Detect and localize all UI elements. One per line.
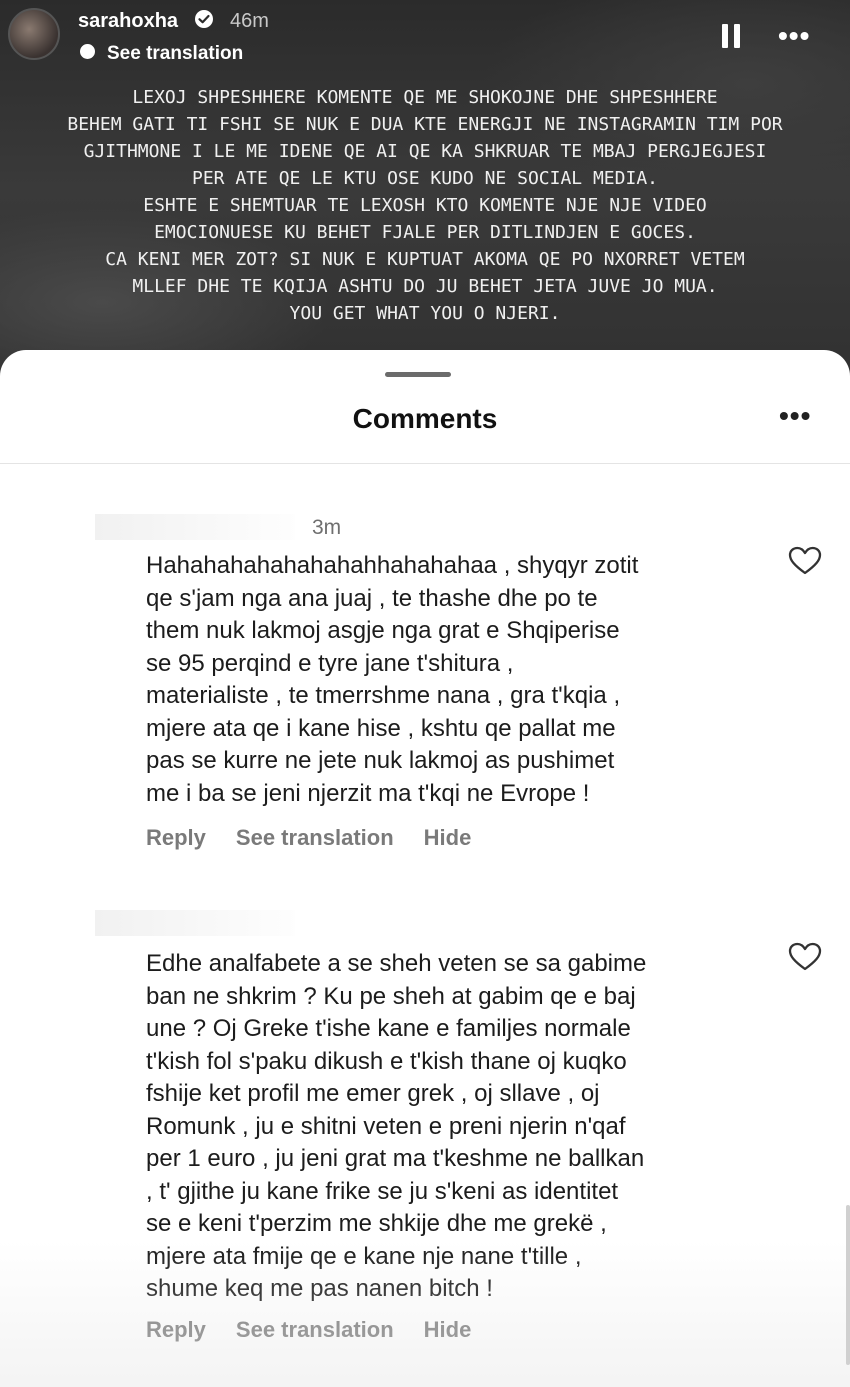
comment-text: Edhe analfabete a se sheh veten se sa ga… [146,950,647,1302]
heart-icon[interactable] [788,942,822,972]
see-translation-button[interactable]: See translation [236,825,394,850]
story-caption-line: YOU GET WHAT YOU O NJERI. [289,303,561,324]
story-caption-line: BEHEM GATI TI FSHI SE NUK E DUA KTE ENER… [67,114,783,135]
story-caption-line: CA KENI MER ZOT? SI NUK E KUPTUAT AKOMA … [105,249,745,270]
heart-icon[interactable] [788,546,822,576]
see-translation-button[interactable]: See translation [236,1317,394,1342]
story-caption-line: ESHTE E SHEMTUAR TE LEXOSH KTO KOMENTE N… [143,195,707,216]
translate-icon [80,44,95,60]
pause-icon[interactable] [722,24,742,48]
comments-title: Comments [352,403,498,434]
story-time: 46m [230,10,269,32]
blurred-username [95,910,295,936]
more-options-icon[interactable]: ••• [778,22,810,50]
reply-button[interactable]: Reply [146,1317,206,1342]
story-caption: LEXOJ SHPESHHERE KOMENTE QE ME SHOKOJNE … [30,84,820,327]
avatar[interactable] [8,8,60,60]
see-translation-label: See translation [107,43,244,64]
hide-button[interactable]: Hide [424,825,472,850]
story-header: sarahoxha 46m See translation ••• [0,0,850,80]
username[interactable]: sarahoxha [78,10,178,33]
comments-sheet: Comments ••• 3m Hahahahahahahahahhahahah… [0,350,850,1387]
sheet-more-icon[interactable]: ••• [779,400,811,432]
reply-button[interactable]: Reply [146,825,206,850]
divider [0,463,850,464]
story-caption-line: GJITHMONE I LE ME IDENE QE AI QE KA SHKR… [83,141,767,162]
story-caption-line: EMOCIONUESE KU BEHET FJALE PER DITLINDJE… [154,222,696,243]
story-caption-line: MLLEF DHE TE KQIJA ASHTU DO JU BEHET JET… [132,276,718,297]
scrollbar[interactable] [846,1205,850,1365]
story-caption-line: LEXOJ SHPESHHERE KOMENTE QE ME SHOKOJNE … [132,87,718,108]
verified-badge-icon [195,10,213,28]
see-translation-link[interactable]: See translation [80,43,243,65]
hide-button[interactable]: Hide [424,1317,472,1342]
comment-actions: Reply See translation Hide [146,1317,501,1343]
comment-actions: Reply See translation Hide [146,825,501,851]
blurred-username [95,514,295,540]
comment-time: 3m [312,516,342,539]
comment-text: Hahahahahahahahahhahahahaa , shyqyr zoti… [146,552,639,807]
story-caption-line: PER ATE QE LE KTU OSE KUDO NE SOCIAL MED… [192,168,658,189]
sheet-drag-handle[interactable] [385,372,451,377]
